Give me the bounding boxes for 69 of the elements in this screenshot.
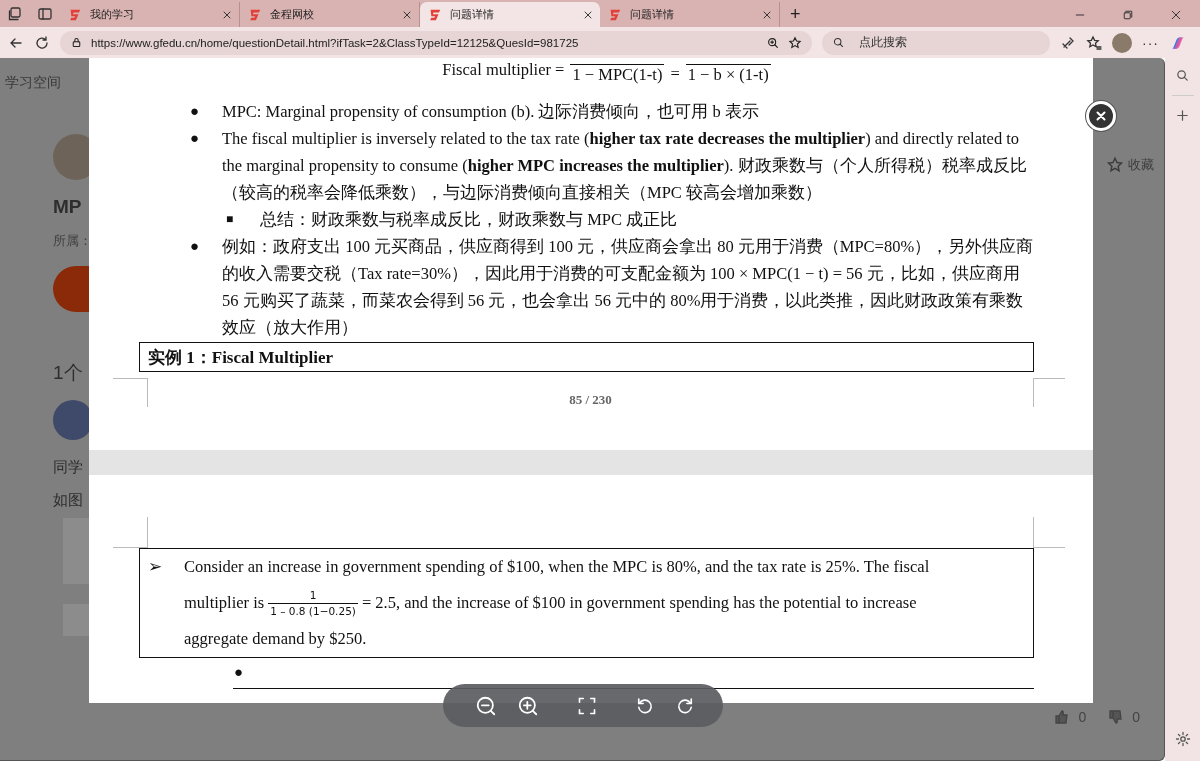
fraction: 1 1 – 0.8 (1−0.25) [268,587,358,619]
dislike-count: 0 [1132,709,1140,725]
rotate-left-button[interactable] [635,695,655,716]
crop-mark [1033,517,1065,548]
thumbs-down-icon[interactable] [1108,709,1125,725]
close-icon [1093,108,1109,124]
bullet-text: The fiscal multiplier is inversely related to the tax rate (higher tax rate decreases the multiplier) and directly related to the marginal propensity to consume (higher MPC increases the multiplier). 财政乘数与（个人所得税）税率成反比（较高的税率会降低乘数），与边际消费倾向直接相关（MPC 较高会增加乘数） [222,128,1028,204]
bullet-text: 例如：政府支出 100 元买商品，供应商得到 100 元，供应商会拿出 80 元用于消费（MPC=80%），另外供应商的收入需要交税（Tax rate=30%），因此用于消费的可支配金额为 100 × MPC(1 − t) = 56 元，比如，供应商用 56 元购买了蔬菜，而菜农会得到 56 元，也会拿出 56 元中的 80%用于消费，以此类推，因此财政政策有乘数效应（放大作用） [222,236,1034,339]
example-title: 实例 1：Fiscal Multiplier [139,342,1034,372]
formula-label: Fiscal multiplier = [442,60,565,80]
crop-mark [113,517,148,548]
favorites-icon[interactable] [1086,34,1102,51]
zoom-in-icon [517,694,539,717]
example-text: Consider an increase in government spending of $100, when the MPC is 80%, and the tax rate is 25%. The fiscal [184,556,930,578]
search-icon[interactable] [1175,68,1190,83]
site-logo-icon [608,7,622,22]
tab-actions-icon[interactable] [37,5,53,22]
zoom-out-button[interactable] [475,694,497,717]
crop-mark [113,378,148,407]
zoom-icon[interactable] [766,35,780,50]
settings-icon[interactable] [1174,731,1191,747]
search-icon [832,36,845,49]
close-icon[interactable] [1170,9,1182,21]
site-logo-icon [428,7,442,22]
answer-text: 同学 [53,458,83,477]
page-number: 85 / 230 [569,392,612,408]
site-logo-icon [248,7,262,22]
new-tab-button[interactable]: + [780,2,811,27]
bullet-marker: ● [190,237,201,256]
bullet-marker: ■ [226,211,235,228]
add-icon[interactable] [1175,108,1190,123]
fraction-denominator: 1 − b × (1-t) [685,64,771,85]
bullet-text: 总结：财政乘数与税率成反比，财政乘数与 MPC 成正比 [260,209,679,231]
like-count: 0 [1078,709,1087,725]
thumbs-up-icon[interactable] [1054,709,1071,725]
refresh-icon[interactable] [34,34,50,51]
zoom-out-icon [475,694,497,717]
answer-text: 如图 [53,491,83,510]
bullet-marker: ● [190,129,201,148]
answers-heading: 1个 [53,361,83,385]
bullet-text: MPC: Marginal propensity of consumption (b). 边际消费倾向，也可用 b 表示 [222,101,760,123]
close-button[interactable] [1086,101,1116,131]
search-field[interactable]: 点此搜索 [822,30,1050,55]
zoom-in-button[interactable] [517,694,539,717]
fullscreen-icon [577,695,597,716]
fraction-denominator: 1 − MPC(1-t) [570,64,665,85]
rotate-right-icon [675,695,695,716]
star-icon[interactable] [788,35,802,50]
bullet-marker: ● [190,102,201,121]
equals-sign: = [670,64,680,84]
crop-mark [1033,378,1065,407]
lock-icon [70,36,83,49]
question-title: MP [53,196,82,218]
profile-avatar[interactable] [1112,32,1132,53]
rotate-right-button[interactable] [675,695,695,716]
browser-tab[interactable]: 问题详情 [420,2,600,27]
fullscreen-button[interactable] [577,695,597,716]
workspaces-icon[interactable] [7,5,23,22]
rotate-left-icon [635,695,655,716]
restore-icon[interactable] [1122,9,1134,21]
star-icon [1106,156,1124,174]
bullet-marker: ● [234,664,244,680]
example-text: = 2.5, and the increase of $100 in government spending has the potential to increase [361,592,917,614]
address-bar[interactable]: https://www.gfedu.cn/home/questionDetail.html?ifTask=2&ClassTypeId=12125&QuesId=981725 [60,30,812,55]
site-logo-icon [68,7,82,22]
example-text: multiplier is [184,592,265,614]
more-button[interactable]: ··· [1142,34,1159,51]
example-text: aggregate demand by $250. [184,628,367,650]
bullet-marker: ➢ [148,556,163,578]
